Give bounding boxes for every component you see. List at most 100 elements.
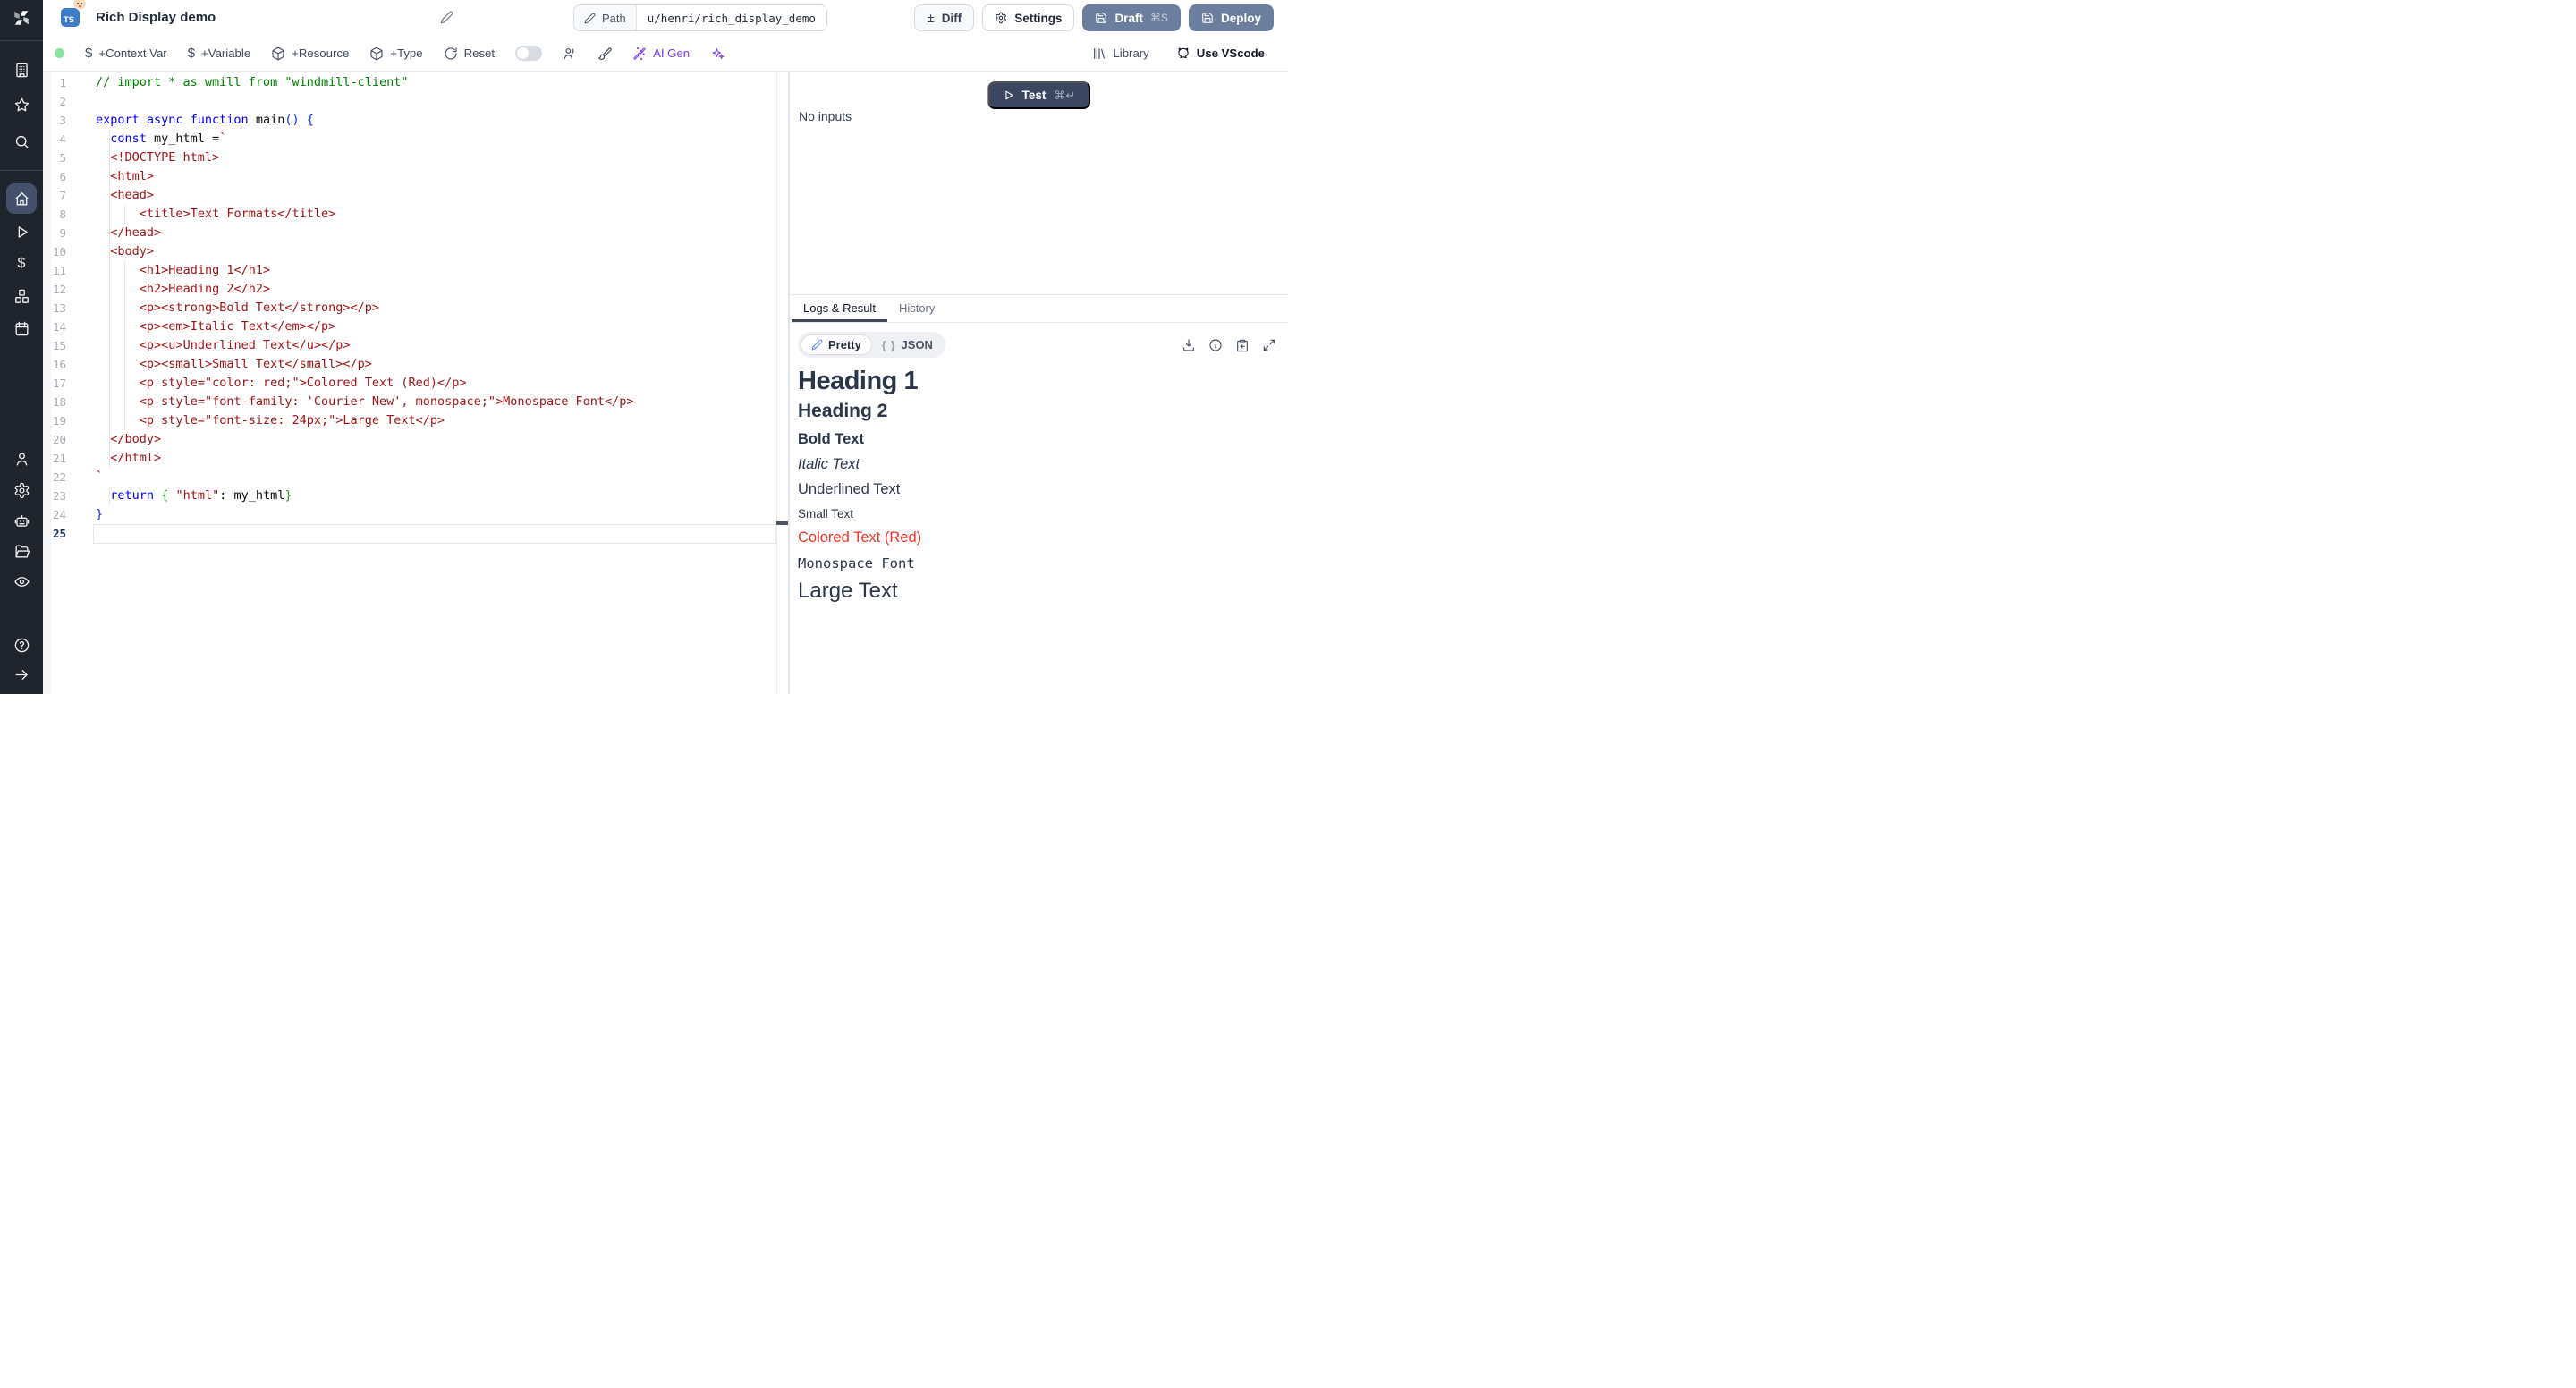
tab-history[interactable]: History bbox=[887, 295, 946, 322]
expand-icon[interactable] bbox=[1262, 338, 1276, 352]
indent-guide bbox=[110, 261, 124, 280]
indent-guide bbox=[96, 393, 110, 411]
line-content: <title>Text Formats</title> bbox=[83, 205, 335, 224]
code-line-6: 6 <html> bbox=[43, 167, 776, 186]
clipboard-copy-icon[interactable] bbox=[1235, 338, 1250, 352]
sidebar-item-folders[interactable] bbox=[6, 536, 37, 566]
code-line-4: 4 const my_html =` bbox=[43, 130, 776, 148]
code-line-11: 11 <h1>Heading 1</h1> bbox=[43, 261, 776, 280]
toolbar-add-resource-button[interactable]: +Resource bbox=[271, 47, 349, 61]
toolbar-add-type-button[interactable]: +Type bbox=[369, 47, 422, 61]
path-value: u/henri/rich_display_demo bbox=[637, 5, 826, 30]
line-number: 15 bbox=[43, 336, 83, 355]
lang-label: TS bbox=[64, 15, 74, 25]
toggle-knob bbox=[517, 47, 529, 59]
indent-guide bbox=[96, 317, 110, 336]
view-option-label: JSON bbox=[902, 338, 933, 351]
sidebar-item-workspace[interactable] bbox=[6, 55, 37, 85]
line-number: 11 bbox=[43, 261, 83, 280]
toolbar-reset-label: Reset bbox=[464, 47, 495, 60]
line-number: 13 bbox=[43, 299, 83, 317]
code-line-13: 13 <p><strong>Bold Text</strong></p> bbox=[43, 299, 776, 317]
sidebar-item-runs[interactable] bbox=[6, 216, 37, 247]
sidebar-item-settings[interactable] bbox=[6, 475, 37, 505]
test-button[interactable]: Test ⌘↵ bbox=[987, 81, 1091, 109]
run-panel: Test ⌘↵ No inputs Logs & ResultHistory P… bbox=[790, 72, 1288, 694]
line-number: 17 bbox=[43, 374, 83, 393]
settings-button[interactable]: Settings bbox=[982, 4, 1074, 31]
arrow-right-icon bbox=[13, 666, 30, 683]
sidebar-item-expand-sidebar[interactable] bbox=[6, 659, 37, 690]
code-token: my_html = bbox=[147, 131, 219, 146]
view-option-pretty[interactable]: Pretty bbox=[801, 334, 872, 355]
line-number: 19 bbox=[43, 411, 83, 430]
sidebar-item-help[interactable] bbox=[6, 630, 37, 660]
code-line-20: 20 </body> bbox=[43, 430, 776, 449]
toolbar-add-variable-label: +Variable bbox=[201, 47, 250, 60]
test-shortcut: ⌘↵ bbox=[1054, 89, 1075, 103]
toolbar-ai-gen-label: AI Gen bbox=[653, 47, 690, 60]
header: TS Rich Display demo Path u/henri/rich_d… bbox=[43, 0, 1288, 36]
emoji-badge-icon bbox=[73, 0, 86, 10]
output-large: Large Text bbox=[798, 579, 1288, 604]
windmill-script-editor: $ TS Rich Display demo Path u/henri/rich… bbox=[0, 0, 1288, 694]
view-option-json[interactable]: { }JSON bbox=[872, 335, 943, 354]
indent-guide bbox=[125, 393, 140, 411]
no-inputs-label: No inputs bbox=[799, 109, 852, 123]
multiplayer-toggle-toggle[interactable] bbox=[515, 46, 542, 61]
code-token: <h2>Heading 2</h2> bbox=[140, 282, 270, 296]
line-number: 9 bbox=[43, 224, 83, 242]
indent-guide bbox=[125, 261, 140, 280]
sidebar-item-resources[interactable] bbox=[6, 281, 37, 311]
code-line-7: 7 <head> bbox=[43, 186, 776, 205]
gear-icon bbox=[13, 482, 30, 499]
code-token: </html> bbox=[110, 451, 161, 465]
toolbar-add-variable-button[interactable]: $+Variable bbox=[188, 47, 250, 60]
sidebar-item-audit-logs[interactable] bbox=[6, 566, 37, 597]
toolbar-ai-sparkles-button[interactable] bbox=[710, 47, 724, 61]
path-control[interactable]: Path u/henri/rich_display_demo bbox=[573, 4, 827, 31]
toolbar-multiplayer-button[interactable] bbox=[563, 47, 577, 61]
toolbar-use-vscode-button[interactable]: Use VScode bbox=[1176, 47, 1265, 61]
code-line-2: 2 bbox=[43, 92, 776, 111]
toolbar-library-button[interactable]: Library bbox=[1092, 47, 1148, 61]
download-icon[interactable] bbox=[1182, 338, 1196, 352]
sidebar-item-schedules[interactable] bbox=[6, 313, 37, 343]
toolbar-add-context-var-button[interactable]: $+Context Var bbox=[85, 47, 167, 60]
windmill-logo-icon[interactable] bbox=[12, 8, 31, 28]
edit-title-icon[interactable] bbox=[440, 11, 453, 29]
indent-guide bbox=[125, 355, 140, 374]
code-token: } bbox=[284, 488, 292, 503]
toolbar-reset-button[interactable]: Reset bbox=[444, 47, 495, 61]
indent-guide bbox=[110, 411, 124, 430]
sidebar-item-favorites[interactable] bbox=[6, 89, 37, 120]
sidebar-item-workers[interactable] bbox=[6, 505, 37, 536]
toolbar-format-code-button[interactable] bbox=[597, 47, 612, 61]
sidebar-item-home[interactable] bbox=[6, 183, 37, 214]
diff-button[interactable]: ± Diff bbox=[914, 4, 974, 31]
line-number: 10 bbox=[43, 242, 83, 261]
deploy-button[interactable]: Deploy bbox=[1189, 4, 1274, 31]
folder-icon bbox=[13, 543, 30, 560]
gear-icon bbox=[995, 12, 1007, 24]
indent-guide bbox=[96, 299, 110, 317]
code-line-1: 1// import * as wmill from "windmill-cli… bbox=[43, 73, 776, 92]
sidebar-item-variables[interactable]: $ bbox=[6, 249, 37, 279]
draft-button[interactable]: Draft ⌘S bbox=[1082, 4, 1181, 31]
info-icon[interactable] bbox=[1208, 338, 1223, 352]
indent-guide bbox=[96, 167, 110, 186]
toolbar-ai-gen-button[interactable]: AI Gen bbox=[632, 47, 690, 61]
line-number: 7 bbox=[43, 186, 83, 205]
code-token: ` bbox=[219, 131, 226, 146]
tab-logs-result[interactable]: Logs & Result bbox=[792, 295, 887, 322]
sidebar: $ bbox=[0, 0, 43, 694]
indent-guide bbox=[96, 242, 110, 261]
sidebar-item-users[interactable] bbox=[6, 444, 37, 474]
code-editor[interactable]: 1// import * as wmill from "windmill-cli… bbox=[43, 72, 788, 694]
sidebar-item-search[interactable] bbox=[6, 126, 37, 157]
line-content: <p style="font-size: 24px;">Large Text</… bbox=[83, 411, 445, 430]
code-line-8: 8 <title>Text Formats</title> bbox=[43, 205, 776, 224]
cubes-icon bbox=[13, 288, 30, 305]
indent-guide bbox=[96, 374, 110, 393]
code-token: // import * as wmill from "windmill-clie… bbox=[96, 75, 409, 89]
